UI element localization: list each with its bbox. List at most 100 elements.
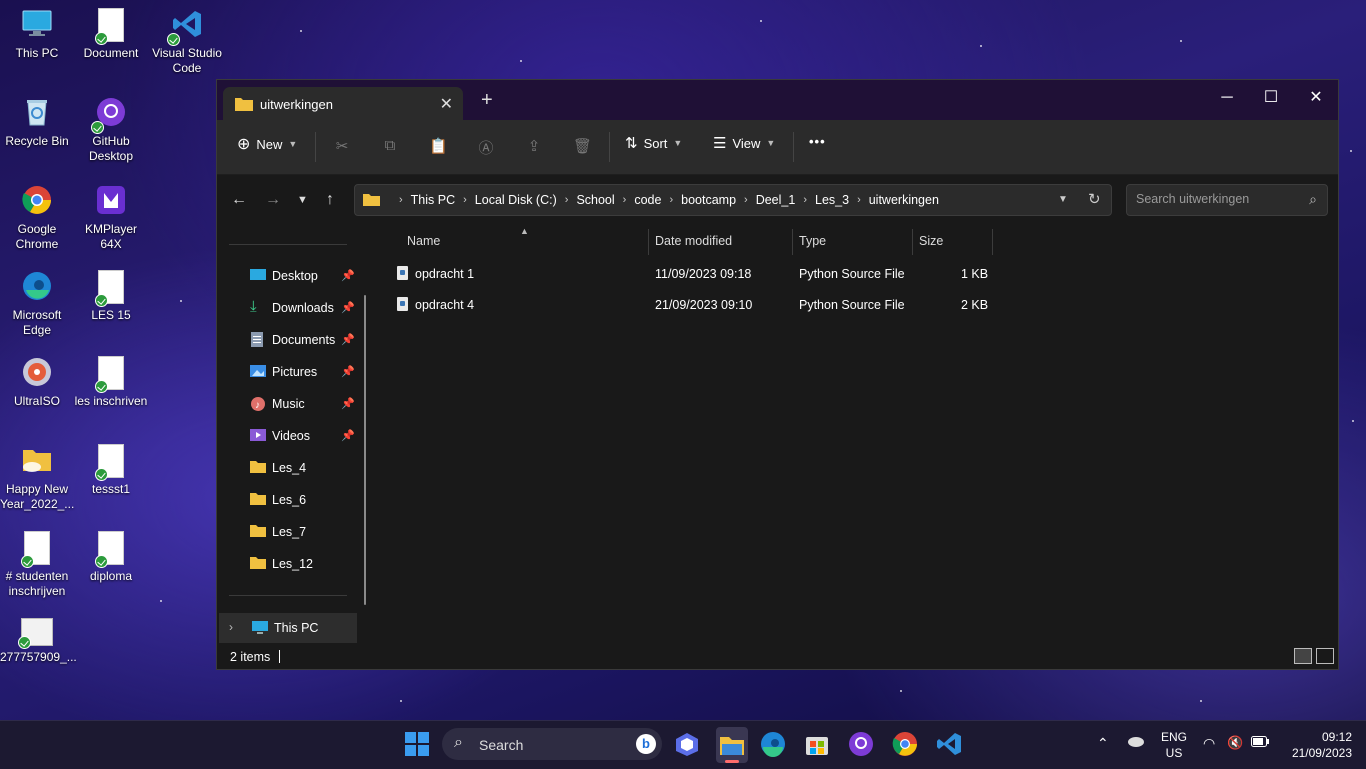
copilot-icon[interactable] bbox=[674, 731, 702, 759]
folder-icon bbox=[250, 556, 266, 570]
nav-item-les-4[interactable]: Les_4 bbox=[217, 453, 355, 483]
tab-uitwerkingen[interactable]: uitwerkingen ✕ bbox=[223, 87, 463, 120]
forward-arrow-icon[interactable]: → bbox=[265, 191, 281, 209]
details-view-button[interactable] bbox=[1294, 648, 1312, 664]
sort-button[interactable]: ⇅ Sort ▼ bbox=[625, 134, 682, 152]
clock[interactable]: 09:12 21/09/2023 bbox=[1280, 730, 1352, 760]
file-row[interactable]: opdracht 1 11/09/2023 09:18 Python Sourc… bbox=[375, 259, 1155, 289]
nav-scrollbar[interactable] bbox=[364, 295, 366, 605]
vscode-taskbar-icon[interactable] bbox=[936, 731, 964, 759]
document-icon bbox=[21, 531, 50, 568]
monitor-icon bbox=[252, 620, 268, 634]
column-header-date[interactable]: Date modified bbox=[655, 234, 732, 248]
desktop-icon-les-inschriven[interactable]: les inschriven bbox=[74, 352, 148, 409]
delete-icon[interactable]: 🗑 bbox=[573, 137, 592, 155]
language-indicator[interactable]: ENG US bbox=[1160, 730, 1188, 760]
column-header-type[interactable]: Type bbox=[799, 234, 826, 248]
taskbar-search[interactable]: ⌕ Search b bbox=[442, 728, 662, 760]
refresh-icon[interactable]: ↻ bbox=[1088, 190, 1101, 208]
volume-muted-icon[interactable]: 🔇 bbox=[1227, 735, 1243, 751]
file-size: 1 KB bbox=[961, 267, 989, 281]
sort-ascending-icon: ▲ bbox=[520, 226, 529, 236]
up-arrow-icon[interactable]: ↑ bbox=[326, 191, 334, 209]
nav-item-les-12[interactable]: Les_12 bbox=[217, 549, 355, 579]
cut-icon[interactable]: ✂ bbox=[333, 137, 351, 155]
nav-item-this-pc[interactable]: › This PC bbox=[219, 613, 357, 643]
chevron-right-icon[interactable]: › bbox=[229, 620, 233, 634]
wifi-icon[interactable]: ◠ bbox=[1203, 735, 1215, 752]
nav-item-desktop[interactable]: Desktop 📌 bbox=[217, 261, 355, 291]
close-window-button[interactable]: ✕ bbox=[1293, 84, 1339, 112]
desktop-icon-studenten-inschrijven[interactable]: # studenten inschrijven bbox=[0, 527, 74, 599]
windows-start-icon[interactable] bbox=[404, 731, 432, 759]
view-button[interactable]: ☰ View ▼ bbox=[713, 134, 775, 152]
document-icon bbox=[95, 270, 124, 307]
document-icon bbox=[95, 531, 124, 568]
desktop-icon-document[interactable]: Document bbox=[74, 4, 148, 61]
breadcrumb-local-disk[interactable]: Local Disk (C:) bbox=[475, 193, 557, 207]
new-button[interactable]: ⊕ New ▼ bbox=[237, 134, 297, 154]
share-icon[interactable]: ⇪ bbox=[525, 137, 543, 155]
folder-icon bbox=[21, 444, 53, 478]
battery-icon[interactable] bbox=[1251, 736, 1269, 750]
breadcrumb-school[interactable]: School bbox=[576, 193, 614, 207]
large-icons-view-button[interactable] bbox=[1316, 648, 1334, 664]
copy-icon[interactable]: ⧉ bbox=[381, 137, 399, 155]
desktop-icon bbox=[250, 268, 266, 282]
search-icon: ⌕ bbox=[454, 734, 463, 751]
desktop-icon-vscode[interactable]: Visual Studio Code bbox=[150, 4, 224, 76]
file-explorer-icon[interactable] bbox=[716, 727, 748, 763]
nav-item-documents[interactable]: Documents 📌 bbox=[217, 325, 355, 355]
onedrive-icon[interactable] bbox=[1126, 735, 1144, 750]
column-header-size[interactable]: Size bbox=[919, 234, 943, 248]
desktop-icon-diploma[interactable]: diploma bbox=[74, 527, 148, 584]
desktop-icon-tessst1[interactable]: tessst1 bbox=[74, 440, 148, 497]
desktop-icon-recycle-bin[interactable]: Recycle Bin bbox=[0, 92, 74, 149]
search-icon[interactable]: ⌕ bbox=[1309, 191, 1317, 208]
column-header-name[interactable]: Name bbox=[407, 234, 440, 248]
show-hidden-icons-icon[interactable]: ⌃ bbox=[1097, 735, 1109, 752]
edge-taskbar-icon[interactable] bbox=[760, 731, 788, 759]
desktop-icon-edge[interactable]: Microsoft Edge bbox=[0, 266, 74, 338]
desktop-icon-ultraiso[interactable]: UltraISO bbox=[0, 352, 74, 409]
more-options-button[interactable]: ••• bbox=[809, 134, 826, 149]
store-icon[interactable] bbox=[804, 731, 832, 759]
file-row[interactable]: opdracht 4 21/09/2023 09:10 Python Sourc… bbox=[375, 290, 1155, 320]
rename-icon[interactable]: Ⓐ bbox=[477, 137, 495, 157]
new-tab-button[interactable]: + bbox=[481, 89, 493, 112]
back-arrow-icon[interactable]: ← bbox=[231, 191, 247, 209]
desktop-icon-les-15[interactable]: LES 15 bbox=[74, 266, 148, 323]
desktop-icon-happy-new-year[interactable]: Happy New Year_2022_... bbox=[0, 440, 74, 512]
file-list: ▲ Name Date modified Type Size opdracht … bbox=[375, 226, 1335, 646]
nav-item-pictures[interactable]: Pictures 📌 bbox=[217, 357, 355, 387]
folder-icon bbox=[250, 492, 266, 506]
breadcrumb-uitwerkingen[interactable]: uitwerkingen bbox=[869, 193, 939, 207]
nav-item-les-6[interactable]: Les_6 bbox=[217, 485, 355, 515]
desktop-icon-image-file[interactable]: 277757909_... bbox=[0, 614, 77, 665]
breadcrumb-deel-1[interactable]: Deel_1 bbox=[756, 193, 796, 207]
maximize-button[interactable]: ☐ bbox=[1248, 84, 1294, 112]
desktop-icon-kmplayer[interactable]: KMPlayer 64X bbox=[74, 180, 148, 252]
nav-item-music[interactable]: ♪ Music 📌 bbox=[217, 389, 355, 419]
address-bar[interactable]: › This PC › Local Disk (C:) › School › code… bbox=[354, 184, 1112, 216]
breadcrumb-les-3[interactable]: Les_3 bbox=[815, 193, 849, 207]
nav-item-les-7[interactable]: Les_7 bbox=[217, 517, 355, 547]
breadcrumb-this-pc[interactable]: This PC bbox=[411, 193, 455, 207]
paste-icon[interactable]: 📋 bbox=[429, 137, 448, 155]
ultraiso-icon bbox=[21, 356, 53, 390]
desktop-icon-chrome[interactable]: Google Chrome bbox=[0, 180, 74, 252]
address-dropdown-icon[interactable]: ▼ bbox=[1058, 194, 1068, 205]
breadcrumb-code[interactable]: code bbox=[634, 193, 661, 207]
chrome-taskbar-icon[interactable] bbox=[892, 731, 920, 759]
nav-item-videos[interactable]: Videos 📌 bbox=[217, 421, 355, 451]
search-input[interactable] bbox=[1134, 191, 1298, 207]
close-tab-icon[interactable]: ✕ bbox=[440, 94, 453, 114]
desktop-icon-this-pc[interactable]: This PC bbox=[0, 4, 74, 61]
desktop-icon-github-desktop[interactable]: GitHub Desktop bbox=[74, 92, 148, 164]
nav-item-downloads[interactable]: ⤓ Downloads 📌 bbox=[217, 293, 355, 323]
documents-icon bbox=[250, 332, 266, 347]
recent-locations-chevron-icon[interactable]: ▼ bbox=[297, 194, 308, 206]
breadcrumb-bootcamp[interactable]: bootcamp bbox=[681, 193, 736, 207]
minimize-button[interactable]: ─ bbox=[1204, 84, 1250, 112]
github-desktop-taskbar-icon[interactable] bbox=[848, 731, 876, 759]
